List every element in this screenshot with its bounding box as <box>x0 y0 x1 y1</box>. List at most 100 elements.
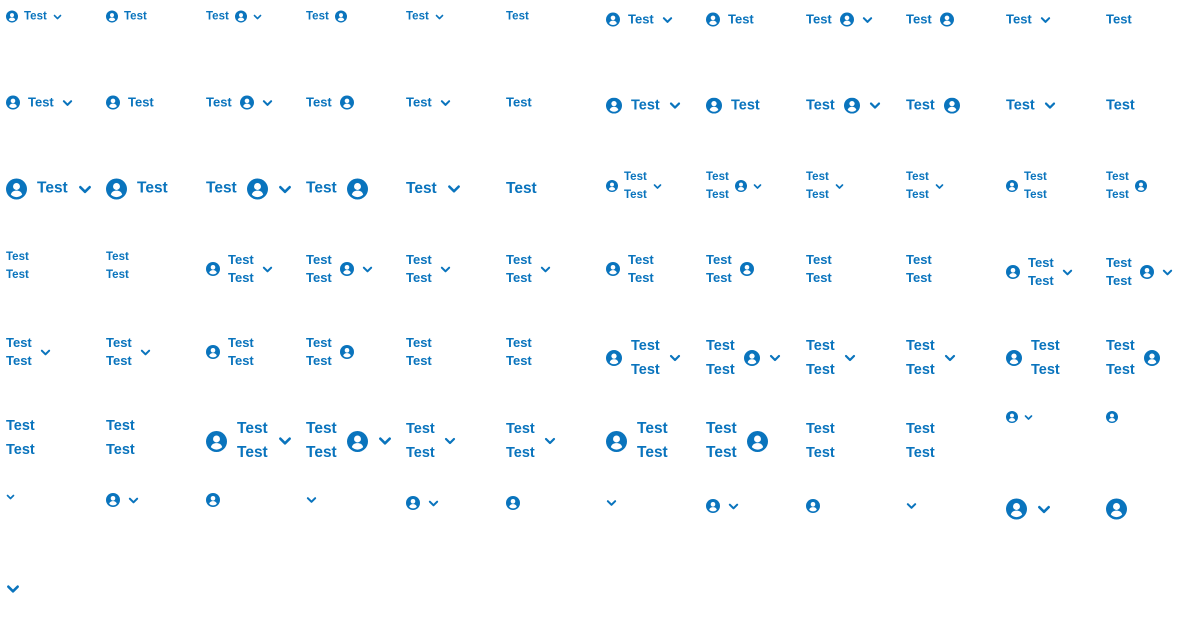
user-circle-icon <box>247 179 268 200</box>
test-button[interactable]: Test Test <box>906 168 944 204</box>
test-button[interactable]: Test <box>306 179 368 200</box>
test-button[interactable]: Test Test <box>606 168 662 204</box>
test-button[interactable]: Test Test <box>606 417 668 465</box>
test-button[interactable]: Test Test <box>1006 334 1060 382</box>
user-circle-icon <box>706 13 720 27</box>
test-button[interactable]: Test Test <box>406 251 451 287</box>
test-button[interactable]: Test <box>306 95 354 112</box>
test-button[interactable] <box>306 495 317 506</box>
user-circle-icon <box>347 431 368 452</box>
test-button[interactable] <box>6 493 15 502</box>
test-button[interactable]: Test Test <box>1106 168 1147 204</box>
test-button[interactable] <box>606 498 617 509</box>
test-button[interactable]: Test <box>6 10 62 25</box>
test-button[interactable]: Test Test <box>706 251 754 287</box>
test-button[interactable]: Test Test <box>806 168 844 204</box>
test-button[interactable]: Test Test <box>6 414 35 462</box>
button-label-line: Test <box>306 420 337 437</box>
test-button[interactable]: Test Test <box>1006 168 1047 204</box>
test-button[interactable]: Test <box>306 10 347 25</box>
chevron-down-icon <box>6 493 15 502</box>
test-button[interactable]: Test <box>506 179 537 199</box>
test-button[interactable]: Test Test <box>706 334 781 382</box>
test-button[interactable]: Test Test <box>506 334 532 370</box>
test-button[interactable]: Test <box>106 95 154 112</box>
test-button[interactable]: Test Test <box>406 417 456 465</box>
test-button[interactable]: Test Test <box>506 251 551 287</box>
test-button[interactable]: Test Test <box>106 334 151 370</box>
test-button[interactable]: Test <box>406 10 444 25</box>
test-button[interactable]: Test Test <box>1006 254 1073 290</box>
button-label: Test Test <box>906 417 935 465</box>
test-button[interactable]: Test Test <box>6 334 51 370</box>
test-button[interactable]: Test Test <box>6 248 29 284</box>
test-button[interactable] <box>1106 411 1118 423</box>
button-label: Test <box>306 95 332 112</box>
test-button[interactable]: Test Test <box>106 248 129 284</box>
test-button[interactable]: Test <box>1006 12 1051 29</box>
test-button[interactable] <box>106 493 139 507</box>
test-button[interactable]: Test <box>506 10 529 25</box>
test-button[interactable] <box>706 499 739 513</box>
test-button[interactable]: Test Test <box>806 417 835 465</box>
button-label: Test Test <box>406 251 432 287</box>
test-button[interactable]: Test <box>206 10 262 25</box>
test-button[interactable]: Test <box>706 12 754 29</box>
chevron-down-icon <box>128 495 139 506</box>
button-label-line: Test <box>506 421 535 437</box>
test-button[interactable]: Test Test <box>306 417 392 465</box>
test-button[interactable]: Test <box>1106 97 1135 116</box>
test-button[interactable]: Test Test <box>206 417 292 465</box>
test-button[interactable]: Test <box>406 179 461 199</box>
test-button[interactable]: Test Test <box>906 417 935 465</box>
test-button[interactable]: Test <box>1106 12 1132 29</box>
test-button[interactable]: Test <box>6 95 73 112</box>
test-button[interactable]: Test <box>406 95 451 112</box>
test-button[interactable]: Test <box>906 97 960 116</box>
button-label-line: Test <box>1006 97 1035 114</box>
test-button[interactable]: Test Test <box>206 334 254 370</box>
test-button[interactable]: Test Test <box>806 251 832 287</box>
test-button[interactable]: Test Test <box>906 334 956 382</box>
test-button[interactable] <box>406 496 439 510</box>
chevron-down-icon <box>769 352 781 364</box>
test-button[interactable]: Test Test <box>306 334 354 370</box>
test-button[interactable] <box>1006 411 1033 423</box>
test-button[interactable]: Test Test <box>1106 334 1160 382</box>
test-button[interactable]: Test Test <box>406 334 432 370</box>
button-label: Test Test <box>228 251 254 287</box>
test-button[interactable]: Test Test <box>706 168 762 204</box>
button-label: Test <box>506 95 532 112</box>
test-button[interactable]: Test Test <box>106 414 135 462</box>
test-button[interactable]: Test <box>806 97 881 116</box>
test-button[interactable]: Test Test <box>506 417 556 465</box>
test-button[interactable] <box>906 501 917 512</box>
test-button[interactable]: Test <box>106 10 147 25</box>
test-button[interactable]: Test <box>6 179 92 200</box>
user-circle-icon <box>744 350 760 366</box>
test-button[interactable] <box>806 499 820 513</box>
test-button[interactable]: Test <box>106 179 168 200</box>
test-button[interactable]: Test Test <box>1106 254 1173 290</box>
test-button[interactable]: Test Test <box>906 251 932 287</box>
test-button[interactable]: Test Test <box>206 251 273 287</box>
test-button[interactable]: Test <box>706 97 760 116</box>
test-button[interactable]: Test <box>206 179 292 200</box>
test-button[interactable]: Test <box>806 12 873 29</box>
test-button[interactable]: Test <box>906 12 954 29</box>
test-button[interactable] <box>206 493 220 507</box>
test-button[interactable] <box>1006 499 1051 520</box>
test-button[interactable]: Test <box>606 12 673 29</box>
test-button[interactable] <box>506 496 520 510</box>
test-button[interactable]: Test <box>206 95 273 112</box>
test-button[interactable]: Test Test <box>306 251 373 287</box>
test-button[interactable]: Test Test <box>606 251 654 287</box>
test-button[interactable] <box>1106 499 1127 520</box>
test-button[interactable]: Test <box>606 97 681 116</box>
test-button[interactable]: Test <box>1006 97 1056 116</box>
test-button[interactable]: Test Test <box>606 334 681 382</box>
test-button[interactable]: Test Test <box>706 417 768 465</box>
test-button[interactable] <box>6 582 20 596</box>
test-button[interactable]: Test <box>506 95 532 112</box>
test-button[interactable]: Test Test <box>806 334 856 382</box>
